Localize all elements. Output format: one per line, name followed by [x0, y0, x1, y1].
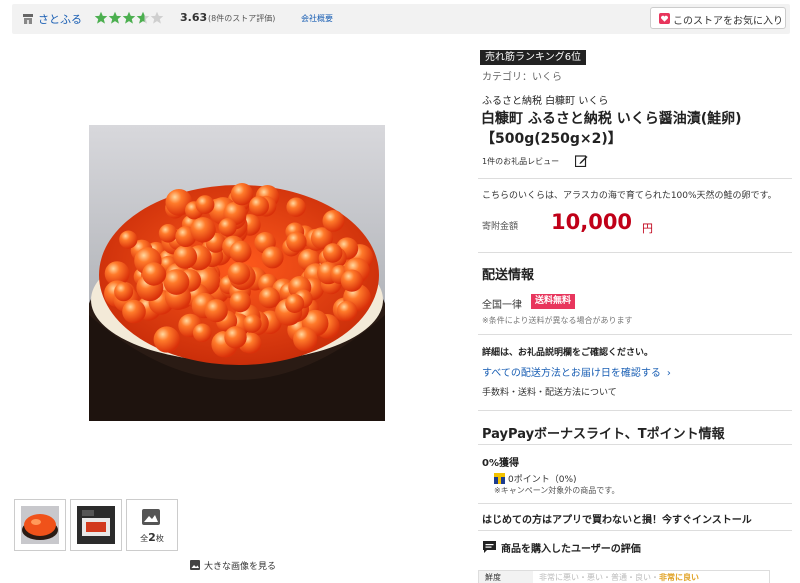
roe-sphere — [158, 224, 178, 243]
star-icon — [122, 11, 136, 24]
roe-sphere — [227, 262, 251, 285]
thumbnail-ikura-package[interactable] — [70, 499, 122, 551]
roe-sphere — [229, 240, 252, 263]
campaign-note: ※キャンペーン対象外の商品です。 — [494, 486, 620, 495]
divider — [478, 444, 792, 445]
fee-info-link[interactable]: 手数料・送料・配送方法について — [482, 385, 617, 398]
roe-sphere — [340, 269, 363, 292]
roe-sphere — [204, 299, 228, 323]
roe-sphere — [249, 196, 269, 216]
review-rating-scale: 非常に悪い・悪い・普通・良い・非常に良い — [539, 573, 699, 582]
image-icon — [190, 560, 200, 570]
roe-sphere — [286, 197, 306, 217]
t-point-icon — [494, 473, 505, 484]
divider — [478, 503, 792, 504]
store-icon — [23, 14, 33, 24]
roe-sphere — [218, 218, 237, 237]
shipping-section-title: 配送情報 — [482, 268, 535, 283]
store-name-link[interactable]: さとふる — [38, 11, 82, 27]
roe-sphere — [119, 230, 138, 249]
currency-label: 円 — [642, 222, 653, 235]
thumbnail-image — [77, 506, 115, 544]
favorite-store-label: このストアをお気に入り — [673, 16, 783, 27]
roe-sphere — [336, 300, 358, 322]
star-icon — [150, 11, 164, 24]
roe-sphere — [224, 326, 247, 349]
roe-sphere — [192, 323, 212, 343]
roe-sphere — [322, 210, 345, 232]
category-label[interactable]: カテゴリ：いくら — [482, 68, 562, 83]
picture-icon — [142, 509, 160, 525]
roe-sphere — [261, 246, 284, 269]
shipping-methods-link[interactable]: すべての配送方法とお届け日を確認する › — [482, 364, 671, 379]
free-shipping-badge: 送料無料 — [531, 294, 576, 309]
comment-icon — [483, 541, 496, 553]
star-icon — [136, 11, 150, 24]
roe-sphere — [190, 217, 216, 243]
roe-sphere — [195, 195, 215, 214]
roe-sphere — [163, 269, 190, 295]
points-percent: 0%獲得 — [482, 458, 519, 469]
store-rating-value: 3.63 — [180, 11, 208, 24]
app-install-promo[interactable]: はじめての方はアプリで買わないと損！今すぐインストール — [482, 511, 752, 526]
edit-review-icon[interactable] — [575, 154, 588, 167]
roe-sphere — [122, 299, 146, 324]
shipping-detail-note: 詳細は、お礼品説明欄をご確認ください。 — [482, 348, 654, 358]
review-count-link[interactable]: 1件のお礼品レビュー — [482, 156, 559, 167]
star-icon — [94, 11, 108, 24]
point-value: 0ポイント（0%) — [508, 475, 577, 485]
shipping-condition-note: ※条件により送料が異なる場合があります — [482, 316, 633, 325]
divider — [478, 252, 792, 253]
roe-sphere — [243, 314, 262, 333]
store-rating-stars — [94, 10, 164, 26]
roe-sphere — [286, 231, 307, 253]
favorite-store-button[interactable]: このストアをお気に入り — [650, 7, 786, 29]
roe-sphere — [173, 245, 198, 269]
store-rating-count: (8件のストア評価) — [208, 14, 276, 23]
roe-sphere — [293, 327, 318, 352]
points-section-title: PayPayボーナスライト、Tポイント情報 — [482, 427, 725, 442]
roe-sphere — [153, 326, 180, 353]
thumbnail-image — [21, 506, 59, 544]
price-label: 寄附金額 — [482, 222, 519, 232]
divider — [478, 530, 792, 531]
shipping-nationwide-label: 全国一律 — [482, 300, 522, 311]
roe-sphere — [323, 243, 343, 263]
product-description: こちらのいくらは、アラスカの海で育てられた100%天然の鮭の卵です。 — [482, 191, 777, 201]
view-large-image-link[interactable]: 大きな画像を見る — [190, 559, 276, 572]
image-count-label: 全2枚 — [140, 531, 164, 544]
store-bar: さとふる 3.63 (8件のストア評価) 会社概要 このストアをお気に入り — [12, 4, 790, 34]
roe-sphere — [114, 282, 134, 302]
roe-sphere — [285, 294, 305, 313]
user-review-title: 商品を購入したユーザーの評価 — [501, 544, 641, 555]
divider — [478, 334, 792, 335]
ikura-bowl-photo — [89, 125, 385, 421]
ranking-badge[interactable]: 売れ筋ランキング6位 — [480, 50, 587, 65]
all-images-button[interactable]: 全2枚 — [126, 499, 178, 551]
company-overview-link[interactable]: 会社概要 — [301, 13, 333, 24]
review-rating-key: 鮮度 — [479, 571, 533, 583]
review-rating-row: 鮮度 非常に悪い・悪い・普通・良い・非常に良い — [478, 570, 770, 583]
roe-sphere — [258, 287, 280, 309]
roe-sphere — [142, 262, 166, 286]
product-title: 白糠町 ふるさと納税 いくら醤油漬(鮭卵)【500g(250g×2)】 — [481, 111, 742, 147]
thumbnail-ikura-bowl[interactable] — [14, 499, 66, 551]
heart-icon — [659, 13, 670, 24]
divider — [478, 178, 792, 179]
price-value: 10,000 — [551, 210, 633, 234]
star-icon — [108, 11, 122, 24]
product-subtitle: ふるさと納税 白糠町 いくら — [482, 96, 609, 107]
roe-sphere — [229, 291, 251, 313]
product-main-image[interactable] — [89, 125, 385, 421]
divider — [478, 410, 792, 411]
chevron-right-icon: › — [666, 368, 671, 379]
